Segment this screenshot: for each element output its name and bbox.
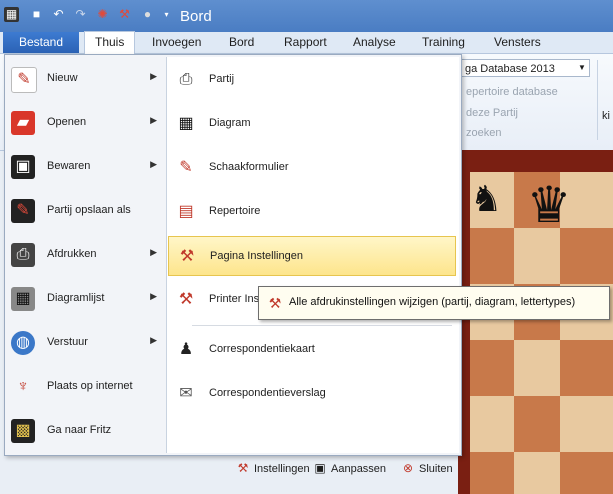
repertoire-file-icon: ▤ xyxy=(178,203,194,220)
tab-vensters[interactable]: Vensters xyxy=(494,32,541,53)
instellingen-button[interactable]: ⚒ Instellingen xyxy=(236,459,310,477)
black-knight-icon[interactable]: ♞ xyxy=(470,178,502,220)
menu-item-afdrukken[interactable]: ⎙ Afdrukken ▶ xyxy=(5,235,163,275)
submenu-item-correspondentiekaart[interactable]: ♟ Correspondentiekaart xyxy=(168,330,456,370)
tab-bestand[interactable]: Bestand xyxy=(3,32,79,53)
tab-thuis[interactable]: Thuis xyxy=(84,31,136,54)
correspondence-card-icon: ♟ xyxy=(178,341,194,358)
printer-icon: ⎙ xyxy=(11,243,35,267)
tooltip-text: Alle afdrukinstellingen wijzigen (partij… xyxy=(289,296,576,308)
file-menu-footer xyxy=(4,454,462,480)
globe-icon: ◍ xyxy=(11,331,35,355)
menu-item-verstuur[interactable]: ◍ Verstuur ▶ xyxy=(5,323,163,363)
ribbon-deze-partij[interactable]: deze Partij xyxy=(466,107,518,119)
correspondence-report-icon: ✉ xyxy=(179,385,193,402)
tab-analyse[interactable]: Analyse xyxy=(353,32,396,53)
tab-bord[interactable]: Bord xyxy=(229,32,254,53)
print-scoresheet-icon: ✎ xyxy=(179,159,193,176)
menu-item-openen[interactable]: ▰ Openen ▶ xyxy=(5,103,163,143)
submenu-item-correspondentieverslag[interactable]: ✉ Correspondentieverslag xyxy=(168,374,456,414)
submenu-arrow-icon: ▶ xyxy=(150,71,157,81)
wrench-icon: ⚒ xyxy=(268,295,282,311)
menu-item-nieuw[interactable]: ✎ Nieuw ▶ xyxy=(5,59,163,99)
board-icon[interactable]: ▦ xyxy=(4,7,19,22)
print-game-icon: ⎙ xyxy=(179,71,193,88)
submenu-arrow-icon: ▶ xyxy=(150,115,157,125)
ribbon-truncated-label: ki xyxy=(602,110,610,122)
settings-icon: ⚒ xyxy=(237,461,249,475)
submenu-arrow-icon: ▶ xyxy=(150,159,157,169)
database-combo[interactable]: ga Database 2013 xyxy=(458,59,590,77)
ribbon-zoeken[interactable]: zoeken xyxy=(466,127,501,139)
circle-icon[interactable]: ● xyxy=(140,7,155,22)
ribbon-separator xyxy=(597,60,598,140)
dropdown-icon[interactable]: ▾ xyxy=(159,7,174,22)
undo-icon[interactable]: ↶ xyxy=(51,7,66,22)
chevron-down-icon[interactable]: ▼ xyxy=(578,63,586,72)
aanpassen-button[interactable]: ▣ Aanpassen xyxy=(313,459,386,477)
sluiten-button[interactable]: ⊗ Sluiten xyxy=(401,459,453,477)
menu-item-bewaren[interactable]: ▣ Bewaren ▶ xyxy=(5,147,163,187)
diagram-list-icon: ▦ xyxy=(11,287,35,311)
ribbon-repertoire-database[interactable]: epertoire database xyxy=(466,86,558,98)
title-bar: ▦ ■ ↶ ↷ ✺ ⚒ ● ▾ Bord xyxy=(0,0,613,32)
chessboard[interactable]: ♞ ♛ ♟ ♟ xyxy=(470,172,613,494)
antenna-icon: ♆ xyxy=(17,378,29,395)
save-icon[interactable]: ■ xyxy=(29,7,44,22)
submenu-arrow-icon: ▶ xyxy=(150,247,157,257)
redo-icon[interactable]: ↷ xyxy=(73,7,88,22)
tab-invoegen[interactable]: Invoegen xyxy=(152,32,201,53)
print-diagram-icon: ▦ xyxy=(178,115,194,132)
tab-rapport[interactable]: Rapport xyxy=(284,32,327,53)
tab-training[interactable]: Training xyxy=(422,32,465,53)
save-icon: ▣ xyxy=(11,155,35,179)
window-title: Bord xyxy=(180,8,212,25)
submenu-item-repertoire[interactable]: ▤ Repertoire xyxy=(168,192,456,232)
chip-icon: ▩ xyxy=(11,419,35,443)
submenu-item-schaakformulier[interactable]: ✎ Schaakformulier xyxy=(168,148,456,188)
menu-item-plaats-op-internet[interactable]: ♆ Plaats op internet xyxy=(5,367,163,407)
menu-item-ga-naar-fritz[interactable]: ▩ Ga naar Fritz xyxy=(5,411,163,451)
printer-setup-icon: ⚒ xyxy=(178,291,194,308)
submenu-item-diagram[interactable]: ▦ Diagram xyxy=(168,104,456,144)
submenu-arrow-icon: ▶ xyxy=(150,335,157,345)
customize-icon: ▣ xyxy=(314,461,326,475)
wrench-icon[interactable]: ⚒ xyxy=(117,7,132,22)
submenu-item-pagina-instellingen[interactable]: ⚒ Pagina Instellingen xyxy=(168,236,456,276)
black-queen-icon[interactable]: ♛ xyxy=(524,176,574,234)
menu-item-partij-opslaan-als[interactable]: ✎ Partij opslaan als xyxy=(5,191,163,231)
menu-item-diagramlijst[interactable]: ▦ Diagramlijst ▶ xyxy=(5,279,163,319)
submenu-arrow-icon: ▶ xyxy=(150,291,157,301)
tooltip: ⚒ Alle afdrukinstellingen wijzigen (part… xyxy=(258,286,610,320)
close-icon: ⊗ xyxy=(402,461,414,475)
submenu-item-partij[interactable]: ⎙ Partij xyxy=(168,60,456,100)
folder-icon: ▰ xyxy=(11,111,35,135)
new-icon: ✎ xyxy=(11,67,37,93)
submenu-divider xyxy=(192,325,452,326)
page-setup-icon: ⚒ xyxy=(179,248,195,265)
engine-icon[interactable]: ✺ xyxy=(95,7,110,22)
save-as-icon: ✎ xyxy=(11,199,35,223)
